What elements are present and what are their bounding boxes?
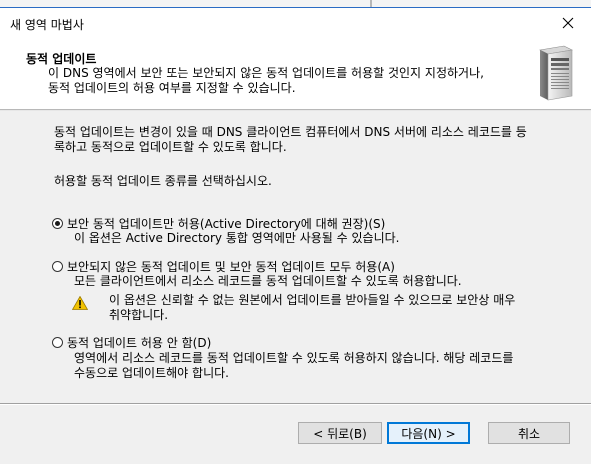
option-nonsecure-and-secure[interactable]: 보안되지 않은 동적 업데이트 및 보안 동적 업데이트 모두 허용(A)	[52, 258, 572, 275]
radio-secure-only[interactable]	[52, 218, 63, 229]
page-title: 동적 업데이트	[26, 52, 97, 66]
wizard-header: 동적 업데이트 이 DNS 영역에서 보안 또는 보안되지 않은 동적 업데이트…	[0, 38, 591, 109]
option-secure-only-label: 보안 동적 업데이트만 허용(Active Directory에 대해 권장)(…	[67, 217, 386, 231]
option-secure-only-description: 이 옵션은 Active Directory 통합 영역에만 사용될 수 있습니…	[74, 231, 400, 245]
back-button[interactable]: < 뒤로(B)	[298, 422, 382, 444]
warning-text: 이 옵션은 신뢰할 수 없는 원본에서 업데이트를 받아들일 수 있으므로 보안…	[109, 293, 569, 323]
page-description-line2: 동적 업데이트의 허용 여부를 지정할 수 있습니다.	[48, 81, 296, 95]
page-description: 이 DNS 영역에서 보안 또는 보안되지 않은 동적 업데이트를 허용할 것인…	[48, 66, 528, 96]
footer-separator-highlight	[0, 404, 591, 405]
option-no-dynamic-updates-label: 동적 업데이트 허용 안 함(D)	[67, 336, 212, 350]
next-button[interactable]: 다음(N) >	[387, 422, 470, 444]
intro-text: 동적 업데이트는 변경이 있을 때 DNS 클라이언트 컴퓨터에서 DNS 서버…	[54, 125, 574, 155]
close-button[interactable]	[545, 8, 591, 38]
option-secure-only[interactable]: 보안 동적 업데이트만 허용(Active Directory에 대해 권장)(…	[52, 215, 572, 232]
page-description-line1: 이 DNS 영역에서 보안 또는 보안되지 않은 동적 업데이트를 허용할 것인…	[48, 66, 484, 80]
radio-nonsecure-and-secure[interactable]	[52, 261, 63, 272]
cancel-button[interactable]: 취소	[488, 422, 570, 444]
option-no-dynamic-updates-desc-line1: 영역에서 리소스 레코드를 동적 업데이트할 수 있도록 허용하지 않습니다. …	[74, 351, 514, 365]
close-icon	[562, 17, 574, 29]
option-no-dynamic-updates-description: 영역에서 리소스 레코드를 동적 업데이트할 수 있도록 허용하지 않습니다. …	[74, 351, 574, 381]
window-title: 새 영역 마법사	[10, 18, 84, 32]
background-window	[0, 0, 591, 7]
intro-line1: 동적 업데이트는 변경이 있을 때 DNS 클라이언트 컴퓨터에서 DNS 서버…	[54, 125, 527, 139]
title-bar[interactable]: 새 영역 마법사	[0, 8, 591, 38]
background-window-border	[370, 0, 372, 7]
wizard-content: 동적 업데이트는 변경이 있을 때 DNS 클라이언트 컴퓨터에서 DNS 서버…	[0, 111, 591, 401]
option-nonsecure-and-secure-label: 보안되지 않은 동적 업데이트 및 보안 동적 업데이트 모두 허용(A)	[67, 260, 395, 274]
new-zone-wizard-dialog: 새 영역 마법사 동적 업데이트 이 DNS 영역에서 보안 또는 보안되지 않…	[0, 7, 591, 464]
radio-no-dynamic-updates[interactable]	[52, 337, 63, 348]
selection-prompt: 허용할 동적 업데이트 종류를 선택하십시오.	[54, 174, 272, 188]
warning-line1: 이 옵션은 신뢰할 수 없는 원본에서 업데이트를 받아들일 수 있으므로 보안…	[109, 293, 516, 307]
intro-line2: 록하고 동적으로 업데이트할 수 있도록 합니다.	[54, 140, 287, 154]
warning-line2: 취약합니다.	[109, 308, 169, 322]
option-nonsecure-and-secure-description: 모든 클라이언트에서 리소스 레코드를 동적 업데이트할 수 있도록 허용합니다…	[74, 274, 462, 288]
option-no-dynamic-updates-desc-line2: 수동으로 업데이트해야 합니다.	[74, 366, 229, 380]
server-icon	[539, 45, 573, 101]
warning-icon	[72, 296, 88, 310]
option-no-dynamic-updates[interactable]: 동적 업데이트 허용 안 함(D)	[52, 334, 572, 351]
